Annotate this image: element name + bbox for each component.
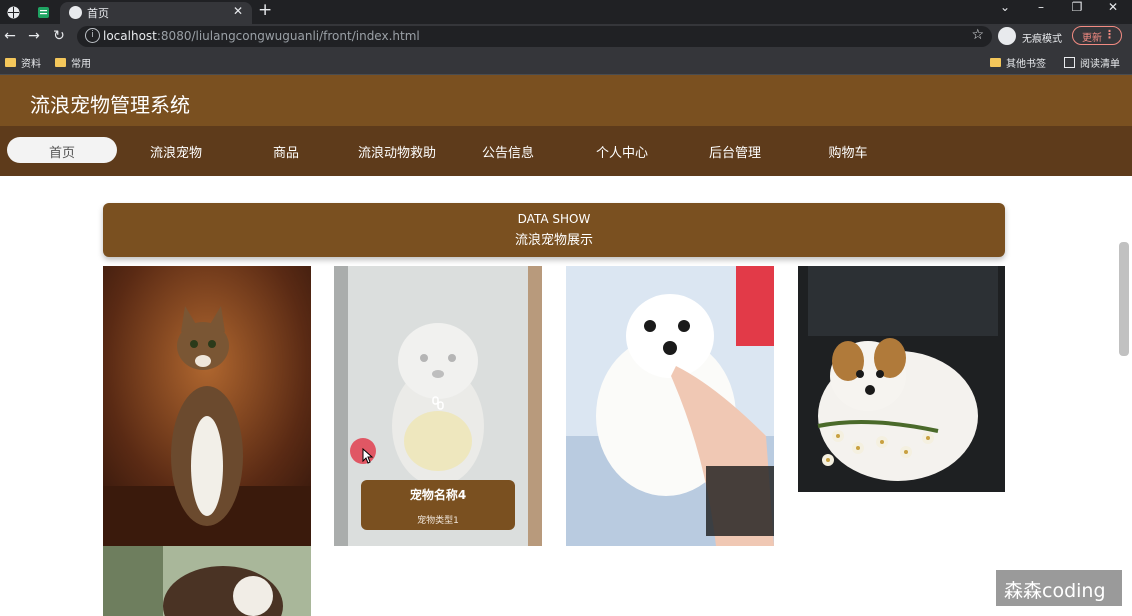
minimize-icon[interactable]: – [1028,0,1054,14]
nav-item-rescue[interactable]: 流浪动物救助 [352,142,442,161]
globe-icon [69,6,82,19]
pinned-tab-sheet-icon[interactable] [30,2,56,22]
address-bar[interactable]: i localhost:8080/liulangcongwuguanli/fro… [77,26,992,47]
reading-list[interactable]: 阅读清单 [1064,55,1120,70]
nav-item-home[interactable]: 首页 [7,137,117,163]
more-menu-icon[interactable]: ⋮ [1104,28,1115,41]
tab-search-chevron-icon[interactable]: ⌄ [992,0,1018,14]
section-header: DATA SHOW 流浪宠物展示 [103,203,1005,257]
folder-icon [5,58,16,67]
folder-icon [990,58,1001,67]
update-button[interactable]: 更新 ⋮ [1072,26,1122,45]
forward-arrow-icon[interactable]: → [24,26,44,46]
watermark-text: 森森coding [1004,580,1106,602]
mouse-pointer-icon [362,448,374,464]
bookmark-other[interactable]: 其他书签 [990,55,1046,70]
pinned-tab-globe-icon[interactable] [0,2,26,22]
nav-label: 首页 [48,146,75,161]
bookmark-label: 资料 [21,59,41,70]
back-arrow-icon[interactable]: ← [0,26,20,46]
pet-card-5[interactable] [103,546,311,616]
nav-item-notices[interactable]: 公告信息 [473,142,543,161]
site-title: 流浪宠物管理系统 [30,93,190,117]
folder-icon [55,58,66,67]
restore-icon[interactable]: ❐ [1064,0,1090,14]
bookmark-label: 阅读清单 [1080,59,1120,70]
pet-type: 宠物类型1 [417,516,459,526]
bookmark-folder-changyong[interactable]: 常用 [55,55,91,70]
bookmarks-bar [0,50,1132,75]
bookmark-label: 常用 [71,59,91,70]
pet-photo-cat [103,266,311,546]
tab-title: 首页 [87,7,109,20]
reload-icon[interactable]: ↻ [49,26,69,46]
new-tab-button[interactable]: + [258,0,272,20]
tab-close-icon[interactable]: ✕ [233,4,243,18]
pet-card-1[interactable] [103,266,311,546]
section-title-cn: 流浪宠物展示 [514,233,593,248]
pet-card-4[interactable] [798,266,1005,492]
pet-photo-jack-russell [798,266,1005,492]
nav-item-admin[interactable]: 后台管理 [700,142,770,161]
url-text: localhost:8080/liulangcongwuguanli/front… [103,29,420,43]
incognito-avatar-icon[interactable] [998,27,1016,45]
nav-item-products[interactable]: 商品 [256,142,316,161]
pet-name: 宠物名称4 [409,488,467,502]
reading-list-icon [1064,57,1075,68]
pet-photo-fluffy-puppy [566,266,774,546]
video-watermark: 森森coding [996,570,1122,606]
pet-hover-info[interactable]: 宠物名称4 宠物类型1 [361,480,515,530]
blurred-region [792,492,1022,554]
active-tab[interactable]: 首页 ✕ [60,2,252,24]
bookmark-folder-ziliao[interactable]: 资料 [5,55,41,70]
nav-item-personal-center[interactable]: 个人中心 [587,142,657,161]
pet-card-3[interactable] [566,266,774,546]
close-window-icon[interactable]: ✕ [1100,0,1126,14]
bookmark-star-icon[interactable]: ☆ [971,27,984,43]
link-icon[interactable] [432,396,444,410]
page-scrollbar[interactable] [1119,242,1129,356]
section-title-en: DATA SHOW [517,212,591,226]
pet-photo-cat-2 [103,546,311,616]
nav-item-stray-pets[interactable]: 流浪宠物 [136,142,216,161]
nav-item-cart[interactable]: 购物车 [818,142,878,161]
bookmark-label: 其他书签 [1006,59,1046,70]
update-label: 更新 [1082,33,1102,44]
site-info-icon[interactable]: i [85,28,100,43]
profile-label: 无痕模式 [1022,34,1062,45]
